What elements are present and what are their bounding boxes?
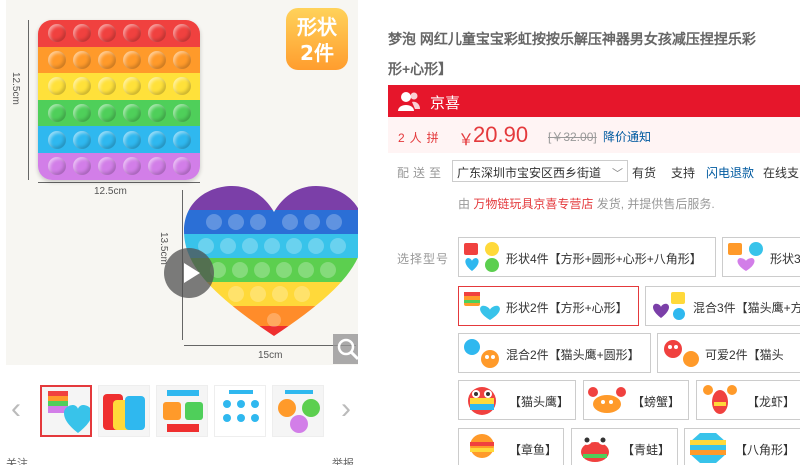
variant-option-label: 形状3: [770, 252, 800, 266]
variant-option-selected[interactable]: 形状2件【方形+心形】: [458, 286, 639, 326]
thumbnail-1[interactable]: [40, 385, 92, 437]
stock-status: 有货: [632, 166, 657, 180]
seller-suffix: 发货, 并提供售后服务.: [596, 197, 715, 211]
variant-option[interactable]: 【青蛙】: [571, 428, 678, 465]
variant-option[interactable]: 混合2件【猫头鹰+圆形】: [458, 333, 651, 373]
variant-option[interactable]: 【龙虾】: [696, 380, 800, 420]
variant-option-label: 【章鱼】: [509, 443, 558, 457]
original-price: [￥32.00]: [548, 130, 597, 144]
report-link[interactable]: 举报: [332, 455, 354, 465]
group-buy-icon: [398, 92, 420, 111]
product-title-line2: 形+心形】: [388, 61, 453, 77]
price-drop-notify-link[interactable]: 降价通知: [603, 128, 651, 145]
octopus-icon: [470, 434, 494, 458]
thumbnail-strip: ‹ ›: [0, 380, 365, 442]
address-value: 广东深圳市宝安区西乡街道: [457, 166, 602, 180]
variant-option-label: 【八角形】: [735, 443, 796, 457]
zoom-icon[interactable]: [333, 334, 358, 364]
variant-option-label: 【猫头鹰】: [509, 395, 570, 409]
variant-label: 选择型号: [397, 252, 450, 266]
badge-line2: 2件: [300, 41, 334, 65]
jingxi-banner: 京喜: [388, 85, 800, 117]
thumbnail-5[interactable]: [272, 385, 324, 437]
thumbnail-next-arrow-icon[interactable]: ›: [336, 394, 356, 424]
variant-thumbnail-icon: [464, 339, 499, 368]
variant-option[interactable]: 【章鱼】: [458, 428, 564, 465]
variant-option-label: 形状2件【方形+心形】: [506, 301, 628, 315]
frog-icon: [581, 435, 609, 462]
dimension-label-square-width: 12.5cm: [94, 186, 127, 197]
variant-option-label: 可爱2件【猫头: [705, 348, 784, 362]
shop-link[interactable]: 万物链玩具京喜专营店: [473, 197, 593, 211]
variant-option-label: 【龙虾】: [747, 395, 796, 409]
shape-count-badge: 形状 2件: [286, 8, 348, 70]
variant-option-label: 混合3件【猫头鹰+方: [693, 301, 800, 315]
variant-option[interactable]: 可爱2件【猫头: [657, 333, 800, 373]
variant-option[interactable]: 【螃蟹】: [583, 380, 689, 420]
product-title: 梦泡 网红儿童宝宝彩虹按按乐解压神器男女孩减压捏捏乐彩 形+心形】: [388, 24, 800, 84]
support-label: 支持: [671, 166, 696, 180]
variant-thumbnail-icon: [464, 242, 499, 272]
variant-option-label: 形状4件【方形+圆形+心形+八角形】: [506, 252, 702, 266]
owl-icon: [468, 387, 496, 415]
jingxi-label: 京喜: [430, 95, 461, 112]
seller-info: 由 万物链玩具京喜专营店 发货, 并提供售后服务.: [458, 195, 715, 212]
lobster-icon: [703, 385, 737, 414]
thumbnail-prev-arrow-icon[interactable]: ‹: [6, 394, 26, 424]
variant-option[interactable]: 形状4件【方形+圆形+心形+八角形】: [458, 237, 716, 277]
follow-link[interactable]: 关注: [6, 455, 28, 465]
chevron-down-icon: ﹀: [612, 168, 623, 180]
variant-thumbnail-icon: [664, 340, 699, 367]
variant-option[interactable]: 【猫头鹰】: [458, 380, 576, 420]
play-video-icon[interactable]: [164, 248, 214, 298]
square-popit-toy: [38, 20, 200, 180]
badge-line1: 形状: [297, 15, 337, 39]
variant-option[interactable]: 形状3: [722, 237, 800, 277]
product-title-line1: 梦泡 网红儿童宝宝彩虹按按乐解压神器男女孩减压捏捏乐彩: [388, 31, 756, 47]
price-box: 2人拼 ￥ 20.90 [￥32.00] 降价通知: [388, 117, 800, 153]
variant-option[interactable]: 【八角形】: [684, 428, 800, 465]
dimension-line: [28, 20, 29, 180]
main-product-image[interactable]: 12.5cm 12.5cm 形状 2件 13.5cm 15cm: [6, 0, 358, 365]
variant-thumbnail-icon: [728, 242, 763, 271]
currency-symbol: ￥: [458, 132, 475, 149]
product-page: 12.5cm 12.5cm 形状 2件 13.5cm 15cm ‹ › 关注 举…: [0, 0, 800, 465]
crab-icon: [588, 387, 626, 413]
delivery-label: 配送至: [397, 166, 446, 180]
flash-refund-link[interactable]: 闪电退款: [706, 164, 754, 181]
dimension-label-square-height: 12.5cm: [10, 72, 21, 105]
online-pay-label: 在线支: [763, 166, 800, 180]
octagon-icon: [690, 433, 726, 463]
variant-option-label: 【青蛙】: [622, 443, 671, 457]
current-price: 20.90: [473, 122, 529, 147]
address-selector[interactable]: 广东深圳市宝安区西乡街道 ﹀: [452, 160, 628, 182]
seller-prefix: 由: [458, 197, 471, 211]
group-size-label: 2人拼: [398, 131, 444, 145]
variant-thumbnail-icon: [653, 292, 685, 320]
variant-option-label: 【螃蟹】: [632, 395, 681, 409]
dimension-line: [184, 345, 356, 346]
variant-thumbnail-icon: [464, 292, 500, 320]
dimension-line: [38, 182, 200, 183]
thumbnail-3[interactable]: [156, 385, 208, 437]
variant-option[interactable]: 混合3件【猫头鹰+方: [645, 286, 800, 326]
variant-option-label: 混合2件【猫头鹰+圆形】: [506, 348, 640, 362]
thumbnail-2[interactable]: [98, 385, 150, 437]
dimension-label-heart-width: 15cm: [258, 350, 283, 361]
thumbnail-4[interactable]: [214, 385, 266, 437]
